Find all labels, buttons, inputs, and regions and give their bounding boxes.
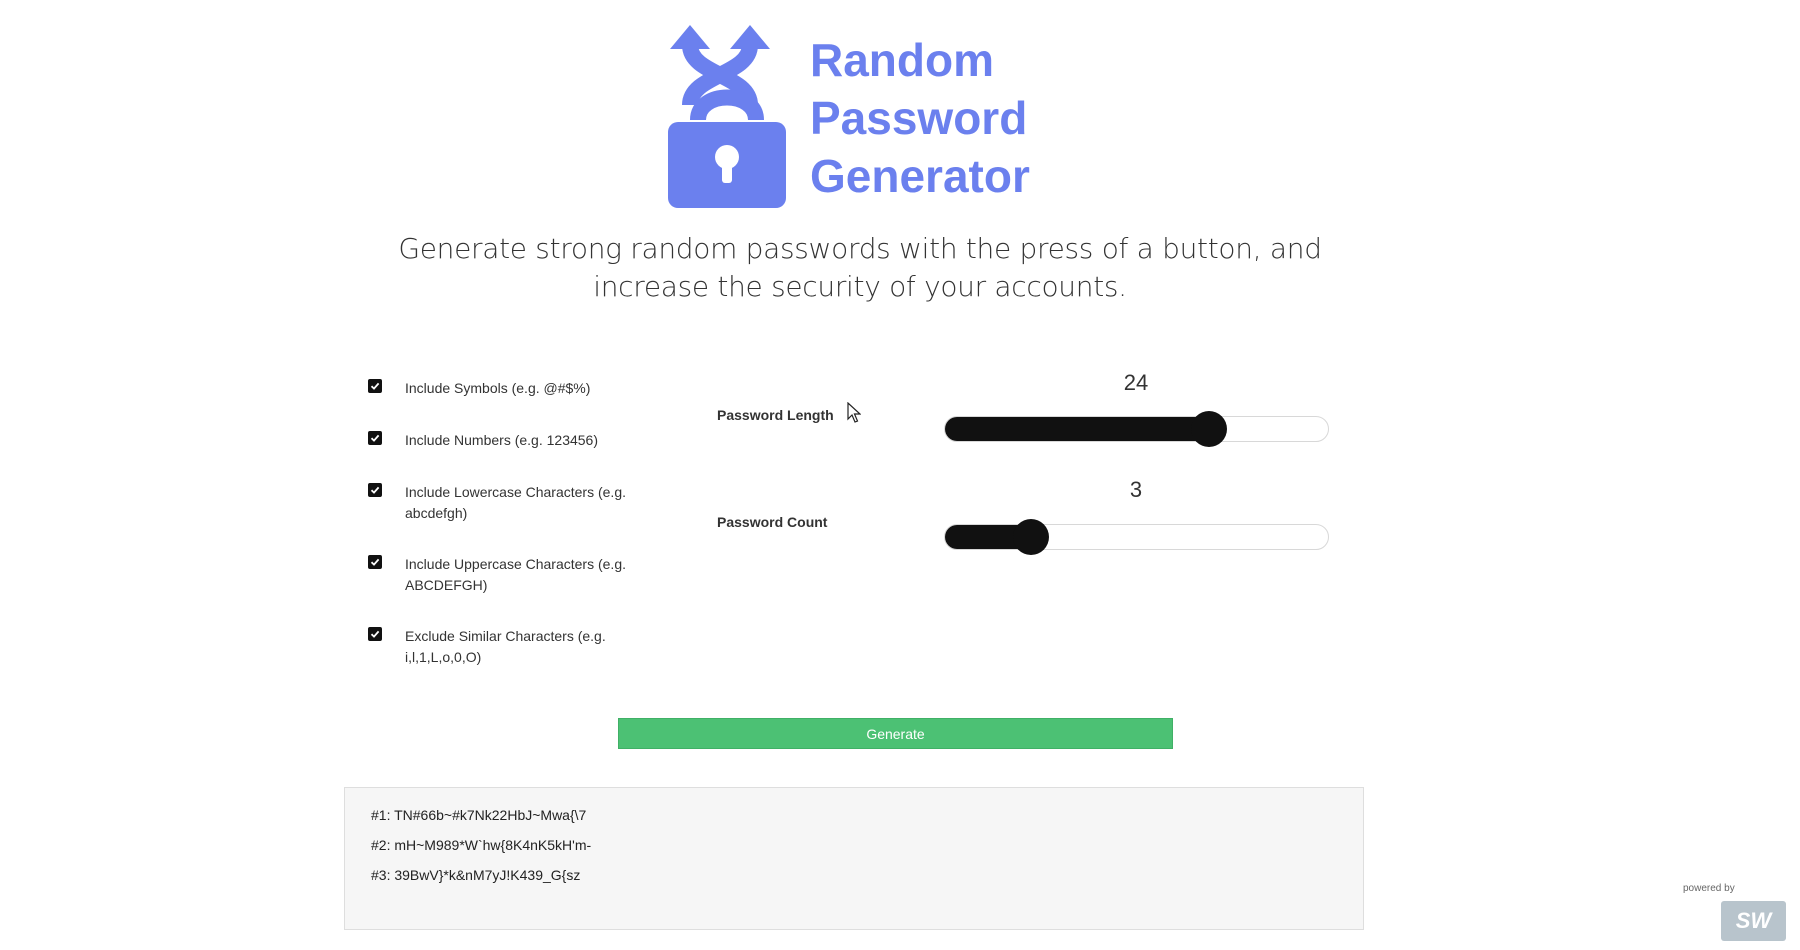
sw-badge-text: SW bbox=[1735, 908, 1772, 933]
checkbox-include-symbols[interactable] bbox=[368, 379, 382, 393]
check-icon bbox=[370, 434, 380, 442]
password-length-value: 24 bbox=[1123, 370, 1149, 395]
logo-line-3: Generator bbox=[810, 150, 1030, 202]
result-row: #1: TN#66b~#k7Nk22HbJ~Mwa{\7 bbox=[371, 807, 587, 823]
result-row: #2: mH~M989*W`hw{8K4nK5kH'm- bbox=[371, 837, 592, 853]
option-label: Include Numbers (e.g. 123456) bbox=[405, 432, 598, 448]
checkbox-exclude-similar[interactable] bbox=[368, 627, 382, 641]
password-count-value: 3 bbox=[1129, 477, 1143, 502]
password-count-slider[interactable] bbox=[944, 519, 1329, 555]
slider-fill bbox=[945, 417, 1210, 441]
checkbox-include-numbers[interactable] bbox=[368, 431, 382, 445]
mouse-cursor-icon bbox=[847, 402, 861, 423]
password-length-slider[interactable] bbox=[944, 411, 1329, 447]
checkbox-include-uppercase[interactable] bbox=[368, 555, 382, 569]
password-length-label: Password Length bbox=[717, 407, 834, 423]
option-label: Include Symbols (e.g. @#$%) bbox=[405, 380, 591, 396]
slider-thumb[interactable] bbox=[1013, 519, 1050, 555]
logo-line-2: Password bbox=[810, 92, 1028, 144]
option-label: Include Lowercase Characters (e.g. abcde… bbox=[405, 484, 626, 521]
check-icon bbox=[370, 382, 380, 390]
logo-line-1: Random bbox=[810, 34, 994, 86]
page: Random Password Generator Generate stron… bbox=[0, 0, 1800, 950]
lock-shuffle-icon bbox=[668, 25, 786, 208]
check-icon bbox=[370, 558, 380, 566]
logo-text: Random Password Generator bbox=[810, 31, 1030, 205]
option-include-numbers[interactable]: Include Numbers (e.g. 123456) bbox=[368, 430, 598, 451]
result-row: #3: 39BwV}*k&nM7yJ!K439_G{sz bbox=[371, 867, 581, 883]
password-count-label: Password Count bbox=[717, 514, 828, 530]
logo: Random Password Generator bbox=[668, 25, 1068, 210]
option-label: Exclude Similar Characters (e.g. i,l,1,L… bbox=[405, 628, 606, 665]
check-icon bbox=[370, 630, 380, 638]
results-box: #1: TN#66b~#k7Nk22HbJ~Mwa{\7 #2: mH~M989… bbox=[344, 787, 1364, 930]
tagline: Generate strong random passwords with th… bbox=[398, 232, 1322, 303]
option-label: Include Uppercase Characters (e.g. ABCDE… bbox=[405, 556, 626, 593]
sw-badge[interactable]: SW bbox=[1721, 901, 1786, 941]
powered-by-label: powered by bbox=[1683, 883, 1735, 894]
option-include-uppercase[interactable]: Include Uppercase Characters (e.g. ABCDE… bbox=[368, 554, 655, 596]
checkbox-include-lowercase[interactable] bbox=[368, 483, 382, 497]
generate-button[interactable]: Generate bbox=[618, 718, 1173, 749]
option-include-lowercase[interactable]: Include Lowercase Characters (e.g. abcde… bbox=[368, 482, 655, 524]
check-icon bbox=[370, 486, 380, 494]
option-exclude-similar[interactable]: Exclude Similar Characters (e.g. i,l,1,L… bbox=[368, 626, 655, 668]
option-include-symbols[interactable]: Include Symbols (e.g. @#$%) bbox=[368, 378, 590, 399]
slider-thumb[interactable] bbox=[1191, 411, 1228, 447]
